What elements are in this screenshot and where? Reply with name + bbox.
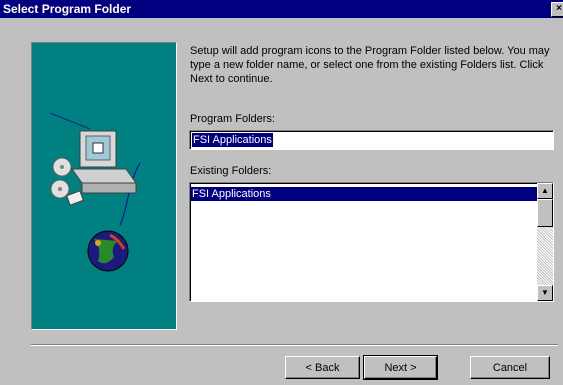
intro-text: Setup will add program icons to the Prog… [190,45,550,85]
cancel-button[interactable]: Cancel [470,356,550,379]
existing-folders-label: Existing Folders: [190,165,271,177]
scroll-down-icon[interactable]: ▼ [537,285,553,301]
scroll-up-icon[interactable]: ▲ [537,183,553,199]
list-item[interactable]: FSI Applications [191,187,537,201]
program-folder-value: FSI Applications [192,133,273,147]
list-scrollbar[interactable]: ▲ ▼ [537,183,553,301]
program-folders-label: Program Folders: [190,113,275,125]
program-folder-input[interactable]: FSI Applications [189,130,554,150]
next-button[interactable]: Next > [363,355,438,380]
illustration-panel [31,42,177,330]
setup-illustration [49,112,141,272]
window-title: Select Program Folder [3,2,132,16]
title-bar: Select Program Folder × [0,0,563,18]
existing-folders-label-text: Existing Folders: [190,165,272,177]
scroll-thumb[interactable] [537,199,553,227]
divider [31,344,558,346]
program-folders-label-text: Program Folders: [190,113,275,125]
back-button[interactable]: < Back [285,356,360,379]
existing-folders-list[interactable]: FSI Applications ▲ ▼ [189,182,554,302]
close-button[interactable]: × [551,2,563,17]
